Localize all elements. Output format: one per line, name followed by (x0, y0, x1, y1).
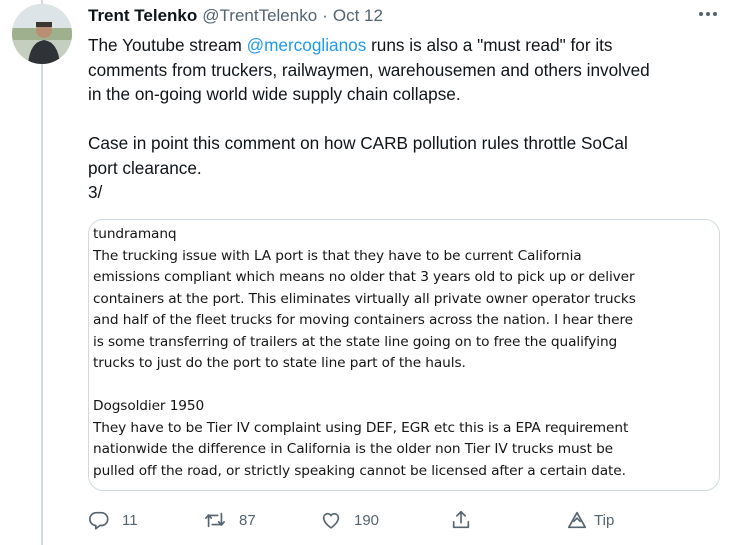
retweet-icon (203, 509, 227, 531)
tweet-text-line: Case in point this comment on how CARB p… (88, 133, 628, 153)
more-icon[interactable] (694, 4, 722, 24)
image-text-line: and half of the fleet trucks for moving … (93, 312, 633, 328)
image-text-gap (93, 375, 719, 397)
image-text-line: They have to be Tier IV complaint using … (93, 419, 629, 436)
image-text-line: Dogsoldier 1950 (93, 398, 205, 414)
image-text-line: The trucking issue with LA port is that … (93, 247, 582, 264)
tweet-text-line: The Youtube stream @mercoglianos runs is… (88, 33, 728, 58)
header-separator: · (322, 6, 328, 25)
tweet-text-line: comments from truckers, railwaymen, ware… (88, 59, 650, 80)
image-text-line: containers at the port. This eliminates … (93, 290, 636, 307)
tweet-text-line: in the on-going world wide supply chain … (88, 84, 461, 104)
thread-connector-line (41, 0, 43, 545)
image-text-line: emissions compliant which means no older… (93, 269, 635, 285)
avatar[interactable] (12, 4, 72, 64)
image-text-line: nationwide the difference in California … (93, 441, 613, 457)
tweet-text-line: port clearance. (88, 157, 202, 178)
retweet-button[interactable]: 87 (203, 505, 256, 535)
heart-icon (320, 509, 342, 531)
like-button[interactable]: 190 (320, 505, 379, 535)
image-text-line: trucks to just do the port to state line… (93, 355, 466, 371)
tweet-text: The Youtube stream @mercoglianos runs is… (88, 33, 728, 205)
image-text-line: tundramanq (93, 226, 177, 242)
retweet-count: 87 (239, 511, 256, 529)
tweet-header: Trent Telenko @TrentTelenko · Oct 12 (88, 5, 383, 27)
tip-icon (566, 509, 588, 531)
share-icon (450, 509, 472, 531)
image-text-line: pulled off the road, or strictly speakin… (93, 462, 626, 479)
tip-button[interactable]: Tip (566, 505, 614, 535)
author-handle[interactable]: @TrentTelenko (202, 6, 317, 26)
action-bar: 11 87 190 Tip (88, 505, 720, 535)
reply-icon (88, 509, 110, 531)
attached-image[interactable]: tundramanq The trucking issue with LA po… (88, 219, 720, 491)
mention-link[interactable]: @mercoglianos (247, 35, 367, 55)
author-name[interactable]: Trent Telenko (88, 6, 197, 26)
tweet-text-line: 3/ (88, 182, 103, 202)
reply-button[interactable]: 11 (88, 505, 138, 535)
reply-count: 11 (122, 511, 138, 529)
tweet-text-segment: The Youtube stream (88, 35, 247, 55)
image-text: tundramanq The trucking issue with LA po… (93, 224, 719, 482)
tip-label: Tip (594, 511, 615, 529)
tweet-text-segment: runs is also a "must read" for its (366, 35, 613, 55)
tweet-date[interactable]: Oct 12 (333, 6, 383, 26)
share-button[interactable] (450, 505, 472, 535)
like-count: 190 (354, 511, 380, 529)
image-text-line: is some transferring of trailers at the … (93, 333, 618, 350)
